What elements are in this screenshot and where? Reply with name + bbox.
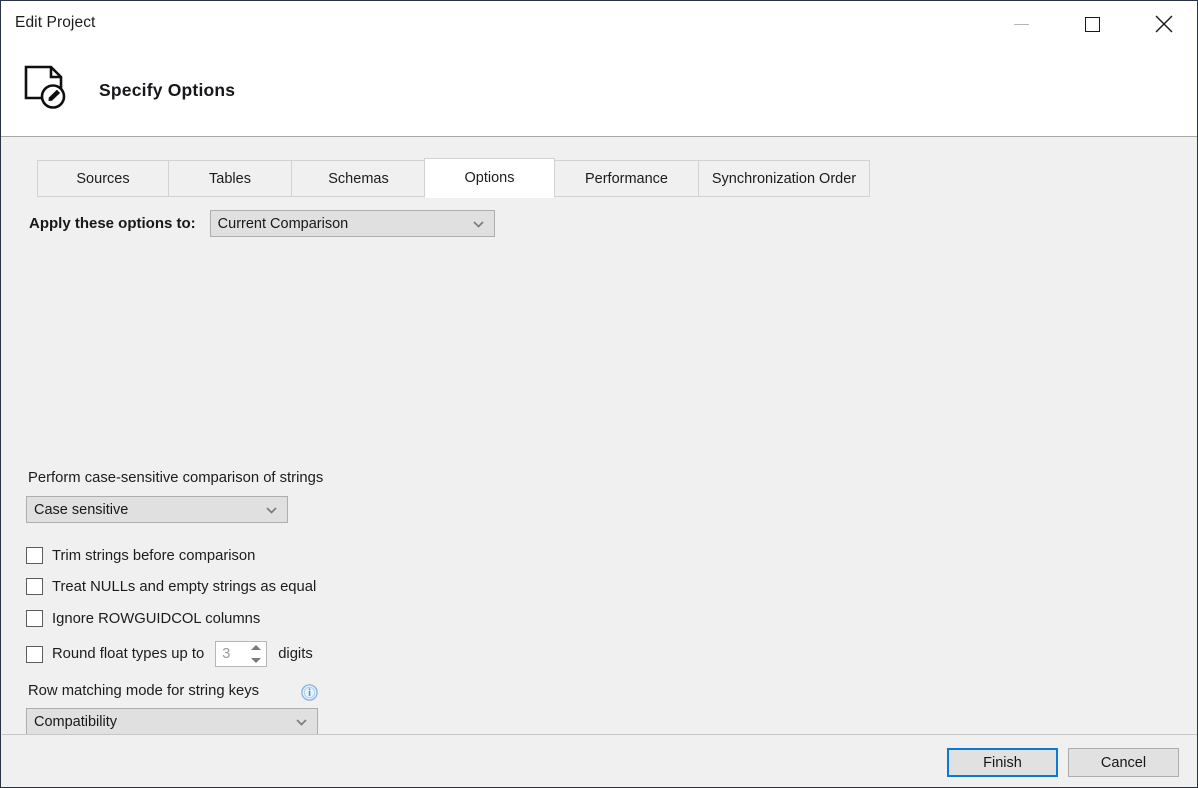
- stepper-up-icon[interactable]: [251, 645, 262, 650]
- round-digits-suffix: digits: [278, 646, 313, 662]
- document-edit-icon: [24, 65, 66, 109]
- page-header: Specify Options: [1, 48, 1197, 137]
- checkbox-nulls-equal[interactable]: [26, 578, 43, 595]
- checkbox-ignore-rowguidcol[interactable]: [26, 610, 43, 627]
- row-matching-dropdown[interactable]: Compatibility: [26, 708, 318, 735]
- checkbox-label-trim-strings: Trim strings before comparison: [52, 547, 256, 564]
- case-sensitivity-dropdown[interactable]: Case sensitive: [26, 496, 288, 523]
- tab-tables[interactable]: Tables: [168, 160, 291, 197]
- apply-options-row: Apply these options to: Current Comparis…: [29, 210, 495, 237]
- tab-list: Sources Tables Schemas Options Performan…: [37, 157, 870, 198]
- finish-button[interactable]: Finish: [947, 748, 1058, 777]
- page-title: Specify Options: [99, 80, 236, 100]
- apply-options-dropdown[interactable]: Current Comparison: [209, 210, 495, 237]
- checkbox-round-float[interactable]: [26, 645, 43, 663]
- window-controls: [998, 1, 1197, 48]
- checkbox-trim-strings[interactable]: [26, 547, 43, 564]
- window-title: Edit Project: [15, 14, 96, 31]
- apply-options-value: Current Comparison: [217, 215, 349, 232]
- chevron-down-icon: [266, 506, 277, 514]
- checkbox-row-trim-strings[interactable]: Trim strings before comparison: [26, 547, 255, 564]
- chevron-down-icon: [296, 718, 307, 726]
- stepper-down-icon[interactable]: [251, 658, 262, 663]
- maximize-icon: [1085, 16, 1100, 32]
- round-digits-stepper[interactable]: 3: [215, 641, 268, 667]
- tab-options[interactable]: Options: [424, 158, 555, 198]
- row-matching-value: Compatibility: [34, 713, 117, 730]
- tab-schemas[interactable]: Schemas: [291, 160, 425, 197]
- minimize-button[interactable]: [998, 1, 1045, 47]
- checkbox-label-round-float: Round float types up to: [52, 646, 205, 662]
- options-pane: Apply these options to: Current Comparis…: [1, 197, 1197, 735]
- round-digits-value: 3: [222, 646, 231, 662]
- checkbox-label-nulls-equal: Treat NULLs and empty strings as equal: [52, 578, 317, 595]
- row-matching-label: Row matching mode for string keys: [28, 683, 260, 699]
- case-sensitivity-dropdown-wrap: Case sensitive: [26, 496, 288, 523]
- close-button[interactable]: [1140, 1, 1187, 47]
- apply-options-label: Apply these options to:: [29, 215, 196, 232]
- case-sensitivity-label: Perform case-sensitive comparison of str…: [28, 470, 324, 486]
- tab-performance[interactable]: Performance: [554, 160, 698, 197]
- tab-synchronization-order[interactable]: Synchronization Order: [698, 160, 870, 197]
- edit-project-window: Edit Project Specify Options Sources Tab…: [0, 0, 1198, 788]
- footer-bar: Finish Cancel: [1, 735, 1197, 787]
- maximize-button[interactable]: [1069, 1, 1116, 47]
- tab-strip: Sources Tables Schemas Options Performan…: [1, 138, 1197, 198]
- stepper-buttons: [247, 643, 265, 665]
- checkbox-label-ignore-rowguidcol: Ignore ROWGUIDCOL columns: [52, 610, 261, 627]
- cancel-button[interactable]: Cancel: [1068, 748, 1179, 777]
- info-icon[interactable]: [301, 684, 318, 701]
- case-sensitivity-value: Case sensitive: [34, 501, 129, 518]
- checkbox-row-nulls-equal[interactable]: Treat NULLs and empty strings as equal: [26, 578, 316, 595]
- checkbox-row-round-float[interactable]: Round float types up to 3 digits: [26, 641, 313, 667]
- row-matching-dropdown-wrap: Compatibility: [26, 708, 318, 735]
- title-bar: Edit Project: [1, 1, 1197, 48]
- checkbox-row-ignore-rowguidcol[interactable]: Ignore ROWGUIDCOL columns: [26, 610, 260, 627]
- minimize-icon: [1014, 23, 1029, 25]
- chevron-down-icon: [473, 220, 484, 228]
- close-icon: [1155, 15, 1172, 33]
- tab-sources[interactable]: Sources: [37, 160, 168, 197]
